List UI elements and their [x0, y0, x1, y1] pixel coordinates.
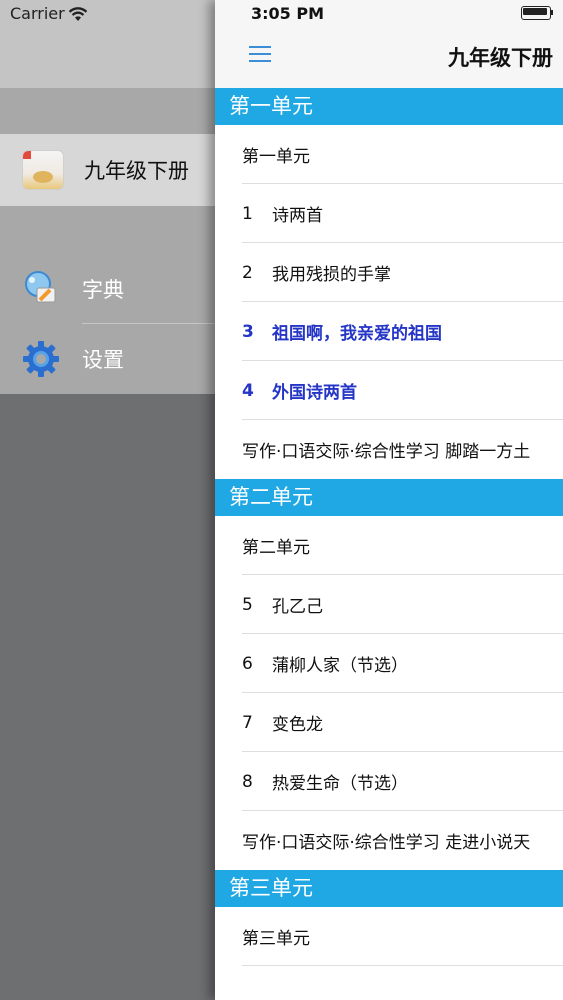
drawer-item-settings-label: 设置 — [82, 348, 124, 372]
list-item[interactable]: 第一单元 — [215, 125, 563, 184]
item-label: 我用残损的手掌 — [272, 265, 391, 285]
section-header: 第一单元 — [215, 88, 563, 125]
side-drawer: Carrier 九年级下册 字典 设置 — [0, 0, 215, 1000]
book-cover-icon — [22, 150, 64, 190]
item-number: 8 — [242, 771, 253, 792]
list-item[interactable]: 7 变色龙 — [215, 693, 563, 752]
item-label: 外国诗两首 — [272, 383, 357, 403]
item-label: 祖国啊，我亲爱的祖国 — [272, 324, 442, 344]
carrier-label: Carrier — [10, 4, 65, 23]
list-item[interactable]: 写作·口语交际·综合性学习 脚踏一方土 — [215, 420, 563, 479]
section-header: 第三单元 — [215, 870, 563, 907]
main-panel: 3:05 PM 九年级下册 第一单元 第一单元 1 诗两首 2 我用残损的手掌 3祖… — [215, 0, 563, 1000]
list-item[interactable]: 4 外国诗两首 — [215, 361, 563, 420]
item-number: 6 — [242, 653, 253, 674]
item-number: 3 — [242, 321, 254, 342]
drawer-spacer — [0, 206, 215, 254]
item-label: 第一单元 — [242, 147, 310, 167]
wifi-icon — [68, 7, 88, 21]
item-number: 7 — [242, 712, 253, 733]
item-number: 1 — [242, 203, 253, 224]
list-item[interactable]: 1 诗两首 — [215, 184, 563, 243]
item-number: 2 — [242, 262, 253, 283]
item-label: 变色龙 — [272, 715, 323, 735]
drawer-item-settings[interactable]: 设置 — [0, 324, 215, 394]
item-label: 诗两首 — [272, 206, 323, 226]
item-label: 热爱生命（节选） — [272, 774, 408, 794]
item-number: 4 — [242, 380, 254, 401]
drawer-item-dictionary-label: 字典 — [82, 278, 124, 302]
list-item[interactable]: 6 蒲柳人家（节选） — [215, 634, 563, 693]
navigation-bar: 3:05 PM 九年级下册 — [215, 0, 563, 89]
hamburger-icon[interactable] — [249, 46, 271, 64]
list-item[interactable]: 5 孔乙己 — [215, 575, 563, 634]
page-title: 九年级下册 — [448, 46, 553, 70]
item-label: 孔乙己 — [272, 597, 323, 617]
item-label: 写作·口语交际·综合性学习 脚踏一方土 — [242, 442, 531, 462]
drawer-spacer — [0, 88, 215, 134]
item-label: 蒲柳人家（节选） — [272, 656, 408, 676]
battery-icon — [521, 6, 551, 20]
battery-tip — [551, 10, 553, 15]
drawer-item-dictionary[interactable]: 字典 — [0, 254, 215, 324]
section-header: 第二单元 — [215, 479, 563, 516]
list-item[interactable]: 3 祖国啊，我亲爱的祖国 — [215, 302, 563, 361]
drawer-item-book[interactable]: 九年级下册 — [0, 134, 215, 206]
gear-icon — [23, 341, 59, 377]
item-label: 第三单元 — [242, 929, 310, 949]
list-item[interactable]: 第二单元 — [215, 516, 563, 575]
list-item[interactable]: 2 我用残损的手掌 — [215, 243, 563, 302]
item-label: 第二单元 — [242, 538, 310, 558]
list-item[interactable]: 8 热爱生命（节选） — [215, 752, 563, 811]
status-time: 3:05 PM — [251, 4, 325, 23]
drawer-menu: 字典 设置 — [0, 254, 215, 394]
list-item[interactable]: 第三单元 — [215, 907, 563, 966]
drawer-status-bar: Carrier — [0, 0, 215, 88]
drawer-item-book-label: 九年级下册 — [84, 159, 189, 183]
list-item[interactable]: 写作·口语交际·综合性学习 走进小说天 — [215, 811, 563, 870]
item-number: 5 — [242, 594, 253, 615]
item-label: 写作·口语交际·综合性学习 走进小说天 — [242, 833, 531, 853]
chapter-list: 第一单元 第一单元 1 诗两首 2 我用残损的手掌 3 祖国啊，我亲爱的祖国 4 外国诗… — [215, 88, 563, 966]
dictionary-icon — [25, 271, 56, 303]
